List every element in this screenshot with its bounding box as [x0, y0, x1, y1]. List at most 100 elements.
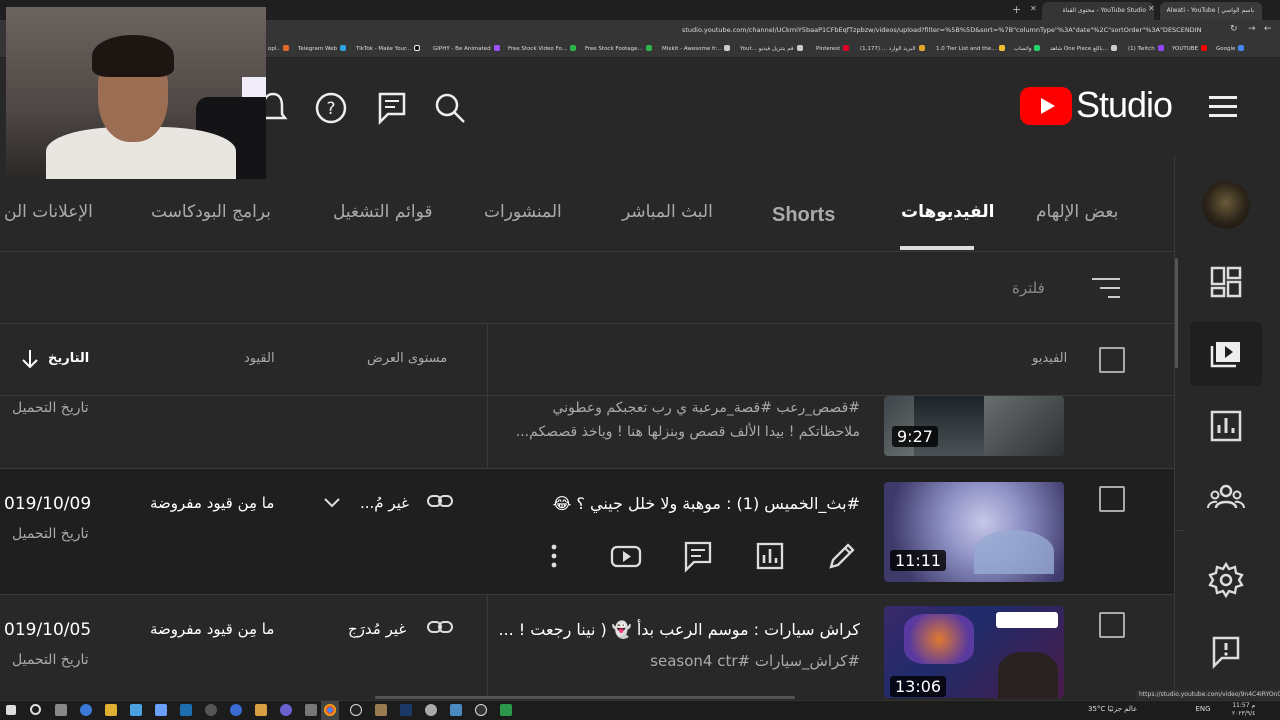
- bookmark[interactable]: TikTok - Make Your...: [356, 45, 421, 52]
- browser-tab-studio[interactable]: YouTube Studio - محتوى القناة: [1042, 2, 1154, 20]
- select-all-checkbox[interactable]: [1099, 347, 1125, 373]
- taskbar-app-icon[interactable]: [230, 704, 242, 716]
- bookmark[interactable]: Yout... قم بتنزيل فيديو: [740, 45, 803, 52]
- url-text[interactable]: studio.youtube.com/channel/UCkmiY5baaP1C…: [682, 26, 1202, 34]
- youtube-play-icon[interactable]: [608, 538, 644, 574]
- bookmark[interactable]: Mixkit - Awesome fr...: [662, 45, 730, 52]
- language-indicator[interactable]: ENG: [1195, 705, 1210, 713]
- chevron-down-icon[interactable]: [322, 496, 342, 510]
- row-checkbox[interactable]: [1099, 612, 1125, 638]
- bookmark[interactable]: Free Stock Footage...: [585, 45, 652, 52]
- clock[interactable]: 11:57 م ٢٠٢٣/٩/٤: [1232, 702, 1255, 718]
- search-icon[interactable]: [432, 90, 468, 126]
- video-thumbnail[interactable]: 11:11: [884, 482, 1064, 582]
- filter-input[interactable]: فلترة: [1012, 279, 1045, 297]
- settings-icon[interactable]: [1206, 560, 1246, 600]
- bookmark-label: شاهد One Piece باللغ...: [1050, 46, 1108, 52]
- menu-icon[interactable]: [1209, 96, 1237, 118]
- task-view-icon[interactable]: [55, 704, 67, 716]
- bookmark[interactable]: 1.0 Tier List and the...: [936, 45, 1006, 52]
- bookmark[interactable]: شاهد One Piece باللغ...: [1050, 45, 1117, 52]
- channel-avatar[interactable]: [1202, 181, 1250, 229]
- tab-live[interactable]: البث المباشر: [622, 202, 713, 222]
- taskbar-app-icon[interactable]: [255, 704, 267, 716]
- horizontal-scrollbar[interactable]: [375, 696, 795, 699]
- community-icon[interactable]: [1206, 478, 1246, 518]
- comments-icon[interactable]: [680, 538, 716, 574]
- photoshop-icon[interactable]: [400, 704, 412, 716]
- google-icon: [1238, 45, 1245, 51]
- taskbar-app-icon[interactable]: [155, 704, 167, 716]
- video-title[interactable]: كراش سيارات : موسم الرعب بدأ 👻 ( نينا رج…: [498, 620, 860, 639]
- new-tab-icon[interactable]: +: [1012, 3, 1021, 16]
- content-icon[interactable]: [1206, 334, 1246, 374]
- taskbar-app-icon[interactable]: [130, 704, 142, 716]
- send-feedback-icon[interactable]: [1206, 632, 1246, 672]
- video-thumbnail[interactable]: 13:06: [884, 606, 1064, 698]
- back-icon[interactable]: →: [1248, 24, 1256, 34]
- forward-icon[interactable]: ←: [1264, 24, 1272, 34]
- taskbar-app-icon[interactable]: [425, 704, 437, 716]
- edge-icon[interactable]: [80, 704, 92, 716]
- taskbar-app-icon[interactable]: [205, 704, 217, 716]
- system-tray[interactable]: 35°C عالم جزئيًا ENG: [1088, 705, 1211, 713]
- bookmark[interactable]: Pinterest: [816, 45, 850, 52]
- bookmark-label: Yout... قم بتنزيل فيديو: [740, 46, 794, 52]
- column-date[interactable]: التاريخ: [48, 351, 89, 366]
- help-icon[interactable]: ?: [313, 90, 349, 126]
- sort-descending-icon[interactable]: [20, 348, 40, 370]
- feedback-icon[interactable]: [374, 90, 410, 126]
- tab-videos[interactable]: الفيديوهات: [901, 202, 995, 222]
- row-checkbox[interactable]: [1099, 486, 1125, 512]
- reload-icon[interactable]: ↻: [1230, 24, 1238, 34]
- taskbar-app-icon[interactable]: [475, 704, 487, 716]
- browser-tab-channel[interactable]: باسم الواسي | Alwati - YouTube: [1160, 2, 1262, 20]
- vertical-scrollbar[interactable]: [1175, 258, 1178, 368]
- tab-podcasts[interactable]: برامج البودكاست: [151, 202, 271, 222]
- table-header: [0, 324, 1174, 396]
- bookmark-icon: [796, 45, 803, 51]
- taskbar-app-icon[interactable]: [450, 704, 462, 716]
- windows-start-icon[interactable]: [6, 705, 16, 715]
- taskbar-app-icon[interactable]: [305, 704, 317, 716]
- analytics-icon[interactable]: [752, 538, 788, 574]
- more-options-icon[interactable]: [536, 538, 572, 574]
- steam-icon[interactable]: [180, 704, 192, 716]
- video-duration: 11:11: [890, 550, 947, 571]
- video-thumbnail[interactable]: 9:27: [884, 396, 1064, 456]
- file-explorer-icon[interactable]: [105, 704, 117, 716]
- tab-playlists[interactable]: قوائم التشغيل: [333, 202, 433, 222]
- taskbar-app-icon[interactable]: [350, 704, 362, 716]
- edit-icon[interactable]: [824, 538, 860, 574]
- taskbar-app-icon[interactable]: [375, 704, 387, 716]
- thumbnail-art: [996, 612, 1058, 628]
- tab-shorts[interactable]: Shorts: [772, 204, 835, 227]
- analytics-icon[interactable]: [1206, 406, 1246, 446]
- dashboard-icon[interactable]: [1206, 262, 1246, 302]
- tab-posts[interactable]: المنشورات: [484, 202, 562, 222]
- bookmark[interactable]: Telegram Web: [298, 45, 346, 52]
- bookmark[interactable]: واتساب: [1014, 45, 1041, 52]
- tab-inspiration[interactable]: بعض الإلهام: [1036, 202, 1118, 222]
- bookmark[interactable]: Free Stock Video Fo...: [508, 45, 577, 52]
- bookmark-icon: [723, 45, 730, 51]
- bookmark-icon: [1110, 45, 1117, 51]
- bookmark[interactable]: GIPHY - Be Animated: [433, 45, 500, 52]
- close-tab-icon[interactable]: ✕: [1148, 4, 1155, 13]
- date-type: تاريخ التحميل: [12, 652, 89, 668]
- filter-icon[interactable]: [1092, 276, 1120, 300]
- chrome-icon[interactable]: [324, 704, 336, 716]
- youtube-logo-icon[interactable]: [1020, 87, 1072, 125]
- bookmark[interactable]: opl..: [268, 45, 289, 52]
- bookmark[interactable]: (1,177) ... البريد الوارد: [860, 45, 925, 52]
- taskbar-app-icon[interactable]: [500, 704, 512, 716]
- bookmark[interactable]: YOUTUBE: [1172, 45, 1208, 52]
- close-tab-icon[interactable]: ✕: [1030, 4, 1037, 13]
- video-title[interactable]: #بث_الخميس (1) : موهبة ولا خلل جيني ؟ 😂: [500, 494, 860, 513]
- bookmark[interactable]: Google: [1216, 45, 1245, 52]
- taskbar-search-icon[interactable]: [30, 704, 41, 715]
- tab-promotions[interactable]: الإعلانات الن: [4, 202, 92, 222]
- taskbar-app-icon[interactable]: [280, 704, 292, 716]
- studio-logo-text[interactable]: Studio: [1076, 84, 1173, 126]
- bookmark[interactable]: (1) Twitch: [1128, 45, 1164, 52]
